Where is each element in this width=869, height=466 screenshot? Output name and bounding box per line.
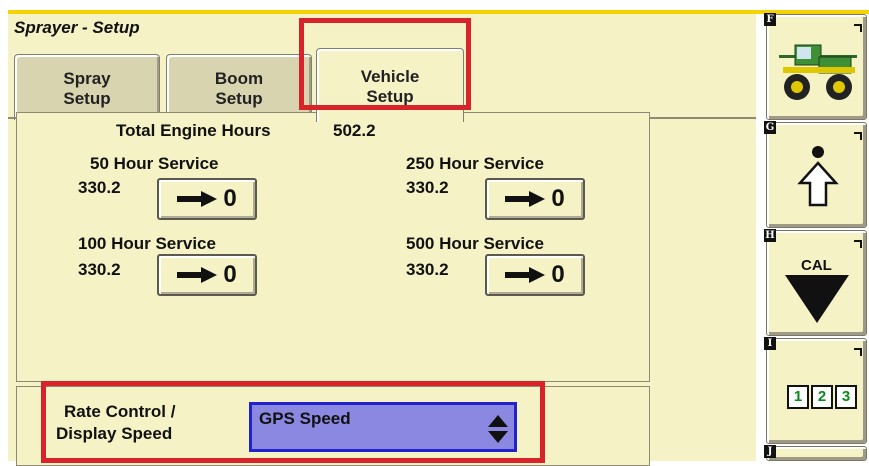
- softkey-i-keypad[interactable]: I 1 2 3: [764, 337, 867, 444]
- service-hours-50: 330.2: [78, 178, 121, 197]
- tab-label-line1: Boom: [214, 69, 264, 88]
- cal-down-triangle-icon: [785, 275, 849, 328]
- reset-value: 0: [223, 185, 237, 212]
- tab-spray-setup[interactable]: Spray Setup: [14, 54, 160, 120]
- softkey-letter: I: [764, 337, 776, 350]
- softkey-letter: H: [764, 229, 776, 242]
- corner-mark-icon: [854, 127, 862, 145]
- numeric-keypad-icon: 1 2 3: [787, 385, 857, 409]
- reset-100-hour-button[interactable]: 0: [157, 254, 257, 296]
- service-hours-100: 330.2: [78, 260, 121, 279]
- softkey-f-sprayer[interactable]: F: [764, 13, 867, 120]
- rate-control-highlight-box: [41, 381, 545, 463]
- keypad-digit: 2: [811, 385, 833, 409]
- sprayer-setup-screen: Sprayer - Setup Spray Setup Boom Setup V…: [0, 0, 869, 466]
- corner-mark-icon: [854, 343, 862, 361]
- engine-hours-label: Total Engine Hours: [116, 121, 271, 140]
- keypad-digit: 3: [835, 385, 857, 409]
- engine-hours-value: 502.2: [333, 121, 376, 140]
- right-arrow-icon: [505, 191, 546, 207]
- reset-50-hour-button[interactable]: 0: [157, 178, 257, 220]
- right-arrow-icon: [177, 267, 218, 283]
- right-arrow-icon: [505, 267, 546, 283]
- corner-mark-icon: [854, 235, 862, 253]
- softkey-h-cal[interactable]: H CAL: [764, 229, 867, 336]
- service-hours-500: 330.2: [406, 260, 449, 279]
- tab-label-line1: Spray: [63, 69, 111, 88]
- tab-label-line2: Setup: [63, 89, 111, 108]
- softkey-g-home[interactable]: G: [764, 121, 867, 228]
- right-arrow-icon: [177, 191, 218, 207]
- softkey-j[interactable]: J: [764, 445, 867, 461]
- service-label-50: 50 Hour Service: [90, 154, 219, 173]
- sprayer-machine-icon: [777, 37, 859, 108]
- corner-mark-icon: [854, 19, 862, 37]
- tab-boom-setup[interactable]: Boom Setup: [166, 54, 312, 120]
- vehicle-tab-highlight-box: [299, 18, 471, 110]
- page-title: Sprayer - Setup: [14, 18, 140, 37]
- home-arrow-up-icon: [797, 143, 839, 214]
- softkey-letter: G: [764, 121, 776, 134]
- cal-label: CAL: [801, 257, 832, 274]
- reset-value: 0: [551, 185, 565, 212]
- reset-250-hour-button[interactable]: 0: [485, 178, 585, 220]
- service-label-250: 250 Hour Service: [406, 154, 544, 173]
- keypad-digit: 1: [787, 385, 809, 409]
- tab-label-line2: Setup: [215, 89, 263, 108]
- service-label-100: 100 Hour Service: [78, 234, 216, 253]
- reset-500-hour-button[interactable]: 0: [485, 254, 585, 296]
- reset-value: 0: [551, 261, 565, 288]
- softkey-letter: J: [764, 445, 776, 458]
- service-label-500: 500 Hour Service: [406, 234, 544, 253]
- service-hours-250: 330.2: [406, 178, 449, 197]
- reset-value: 0: [223, 261, 237, 288]
- softkey-letter: F: [764, 13, 776, 26]
